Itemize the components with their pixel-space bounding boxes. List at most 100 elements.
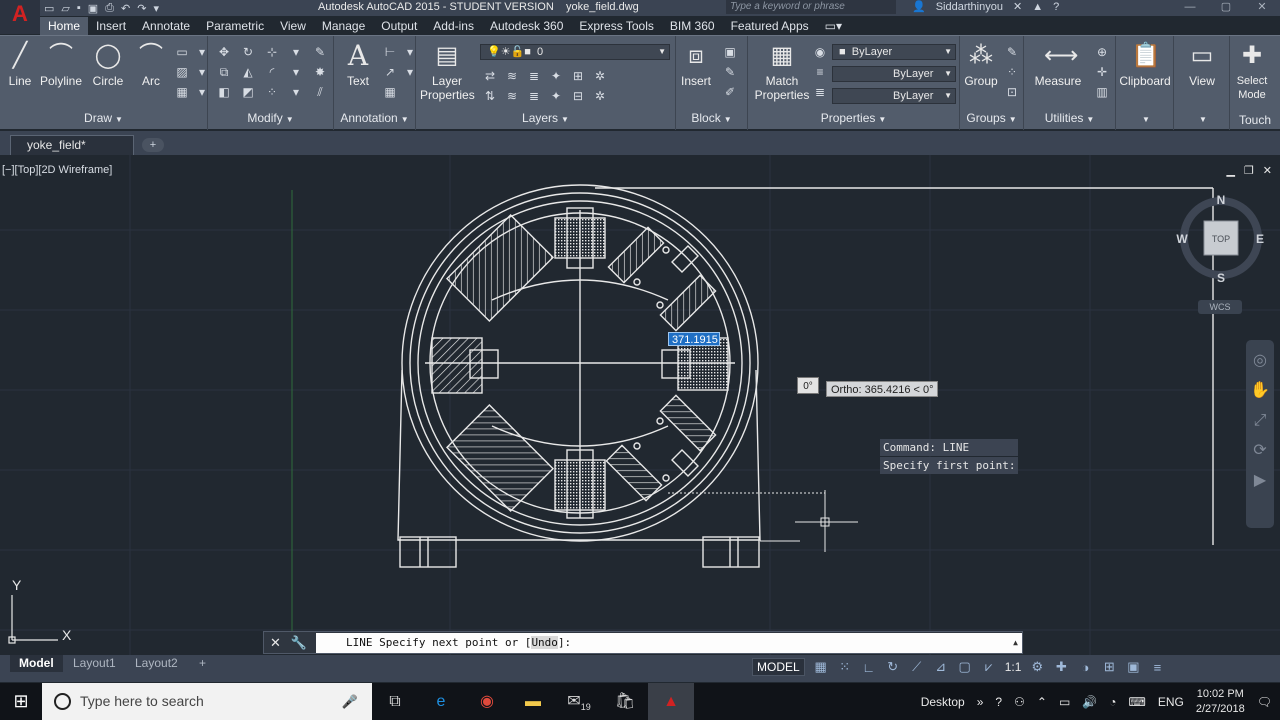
move-icon[interactable]: ✥: [216, 44, 232, 60]
clock[interactable]: 10:02 PM 2/27/2018: [1196, 687, 1245, 717]
layout2-tab[interactable]: Layout2: [126, 655, 187, 672]
people-icon[interactable]: ⚇: [1014, 695, 1025, 709]
layer-tool-icon[interactable]: ⊞: [570, 68, 586, 84]
add-layout-icon[interactable]: +: [190, 655, 215, 672]
touch-panel-title[interactable]: Touch: [1230, 112, 1280, 128]
explode-icon[interactable]: ✸: [312, 64, 328, 80]
layer-tool-icon[interactable]: ⇅: [482, 88, 498, 104]
circle-button[interactable]: ◯ Circle: [90, 42, 126, 88]
save-icon[interactable]: ▪: [77, 2, 81, 14]
tab-featured-apps[interactable]: Featured Apps: [723, 17, 817, 35]
qat-dropdown-icon[interactable]: ▾: [153, 2, 159, 15]
layer-tool-icon[interactable]: ≣: [526, 88, 542, 104]
view-button[interactable]: ▭ View: [1174, 42, 1230, 88]
print-icon[interactable]: ⎙: [105, 2, 114, 15]
dropdown-icon[interactable]: ▾: [288, 64, 304, 80]
new-tab-button[interactable]: +: [142, 138, 164, 152]
pan-icon[interactable]: ✋: [1246, 376, 1274, 406]
language-indicator[interactable]: ENG: [1158, 695, 1184, 709]
ribbon-options-icon[interactable]: ▭▾: [817, 17, 850, 35]
dropdown-icon[interactable]: ▾: [288, 84, 304, 100]
group-edit-icon[interactable]: ⁘: [1004, 64, 1020, 80]
length-input[interactable]: 371.1915: [668, 332, 720, 346]
utilities-panel-title[interactable]: Utilities ▼: [1024, 110, 1115, 128]
user-name[interactable]: Siddarthinyou: [936, 0, 1003, 14]
layer-tool-icon[interactable]: ≣: [526, 68, 542, 84]
tab-autodesk-360[interactable]: Autodesk 360: [482, 17, 571, 35]
desktop-toolbar[interactable]: Desktop: [921, 695, 965, 709]
snap-icon[interactable]: ⁙: [837, 659, 853, 675]
erase-icon[interactable]: ✎: [312, 44, 328, 60]
annotation-scale[interactable]: 1:1: [1005, 660, 1022, 674]
steering-wheel-icon[interactable]: ◎: [1246, 346, 1274, 376]
layer-properties-button[interactable]: ▤ Layer Properties: [420, 42, 475, 102]
polar-icon[interactable]: ↻: [885, 659, 901, 675]
dimension-icon[interactable]: ⊢: [382, 44, 398, 60]
store-icon[interactable]: 🛍: [602, 683, 648, 720]
chevron-up-icon[interactable]: ▲: [1013, 633, 1018, 653]
close-icon[interactable]: ✕: [270, 635, 281, 651]
edit-block-icon[interactable]: ✎: [722, 64, 738, 80]
clipboard-button[interactable]: 📋 Clipboard: [1116, 42, 1174, 88]
properties-panel-title[interactable]: Properties ▼: [748, 110, 959, 128]
wrench-icon[interactable]: 🔧: [291, 635, 307, 651]
a360-icon[interactable]: ▲: [1032, 0, 1043, 14]
add-icon[interactable]: ✚: [1053, 659, 1069, 675]
layer-tool-icon[interactable]: ✦: [548, 88, 564, 104]
model-tab[interactable]: Model: [10, 655, 63, 672]
hatch-icon[interactable]: ▨: [174, 64, 190, 80]
show-hidden-icons[interactable]: ⌃: [1037, 695, 1047, 709]
keyword-search-input[interactable]: Type a keyword or phrase: [726, 0, 896, 14]
hardware-icon[interactable]: ⊞: [1101, 659, 1117, 675]
grid-icon[interactable]: ▦: [813, 659, 829, 675]
help-icon[interactable]: ?: [1053, 0, 1059, 14]
gradient-icon[interactable]: ▦: [174, 84, 190, 100]
exchange-icon[interactable]: ✕: [1013, 0, 1022, 14]
viewport-controls-label[interactable]: [−][Top][2D Wireframe]: [2, 164, 112, 176]
tab-annotate[interactable]: Annotate: [134, 17, 198, 35]
undo-option[interactable]: Undo: [531, 636, 558, 649]
showmotion-icon[interactable]: ▶: [1246, 466, 1274, 496]
layers-panel-title[interactable]: Layers ▼: [416, 110, 675, 128]
tab-manage[interactable]: Manage: [314, 17, 373, 35]
drawing-svg[interactable]: Y X TOP N S E W: [0, 155, 1280, 655]
groups-panel-title[interactable]: Groups ▼: [960, 110, 1023, 128]
autocad-taskbar-icon[interactable]: ▲: [648, 683, 694, 720]
keyboard-icon[interactable]: ⌨: [1128, 695, 1145, 709]
offset-icon[interactable]: ⫽: [312, 84, 328, 100]
text-button[interactable]: A Text: [340, 42, 376, 89]
arc-button[interactable]: ⌒ Arc: [136, 42, 166, 88]
tab-add-ins[interactable]: Add-ins: [425, 17, 482, 35]
annotation-panel-title[interactable]: Annotation ▼: [334, 110, 415, 128]
task-view-icon[interactable]: ⧉: [372, 683, 418, 720]
command-input[interactable]: LINE Specify next point or [Undo]: ▲: [316, 633, 1022, 653]
table-icon[interactable]: ▦: [382, 84, 398, 100]
tab-home[interactable]: Home: [40, 17, 89, 35]
drawing-canvas[interactable]: Y X TOP N S E W [−][Top][2D Wireframe] ▁…: [0, 155, 1280, 655]
layer-tool-icon[interactable]: ≋: [504, 88, 520, 104]
view-expand[interactable]: ▼: [1174, 110, 1229, 128]
group-select-icon[interactable]: ⊡: [1004, 84, 1020, 100]
layer-tool-icon[interactable]: ⇄: [482, 68, 498, 84]
zoom-icon[interactable]: ⤢: [1246, 406, 1274, 436]
workspace-gear-icon[interactable]: ⚙: [1029, 659, 1045, 675]
tab-bim-360[interactable]: BIM 360: [662, 17, 723, 35]
user-icon[interactable]: 👤: [912, 0, 926, 14]
edge-icon[interactable]: e: [418, 683, 464, 720]
taskbar-search[interactable]: Type here to search 🎤: [42, 683, 372, 720]
clipboard-expand[interactable]: ▼: [1116, 110, 1173, 128]
measure-button[interactable]: ⟷ Measure: [1030, 42, 1086, 88]
draw-panel-title[interactable]: Draw ▼: [0, 110, 207, 128]
fillet-icon[interactable]: ◜: [264, 64, 280, 80]
polyline-button[interactable]: ⌒ Polyline: [38, 42, 84, 88]
line-button[interactable]: ╱ Line: [4, 42, 36, 88]
maximize-button[interactable]: ▢: [1208, 0, 1244, 16]
calculator-icon[interactable]: ▥: [1094, 84, 1110, 100]
modify-panel-title[interactable]: Modify ▼: [208, 110, 333, 128]
tab-parametric[interactable]: Parametric: [198, 17, 272, 35]
viewport-restore-icon[interactable]: ❐: [1244, 164, 1254, 177]
compass-east[interactable]: E: [1256, 232, 1264, 246]
volume-icon[interactable]: 🔊: [1082, 695, 1097, 709]
new-icon[interactable]: ▭: [44, 2, 54, 15]
layer-tool-icon[interactable]: ≋: [504, 68, 520, 84]
